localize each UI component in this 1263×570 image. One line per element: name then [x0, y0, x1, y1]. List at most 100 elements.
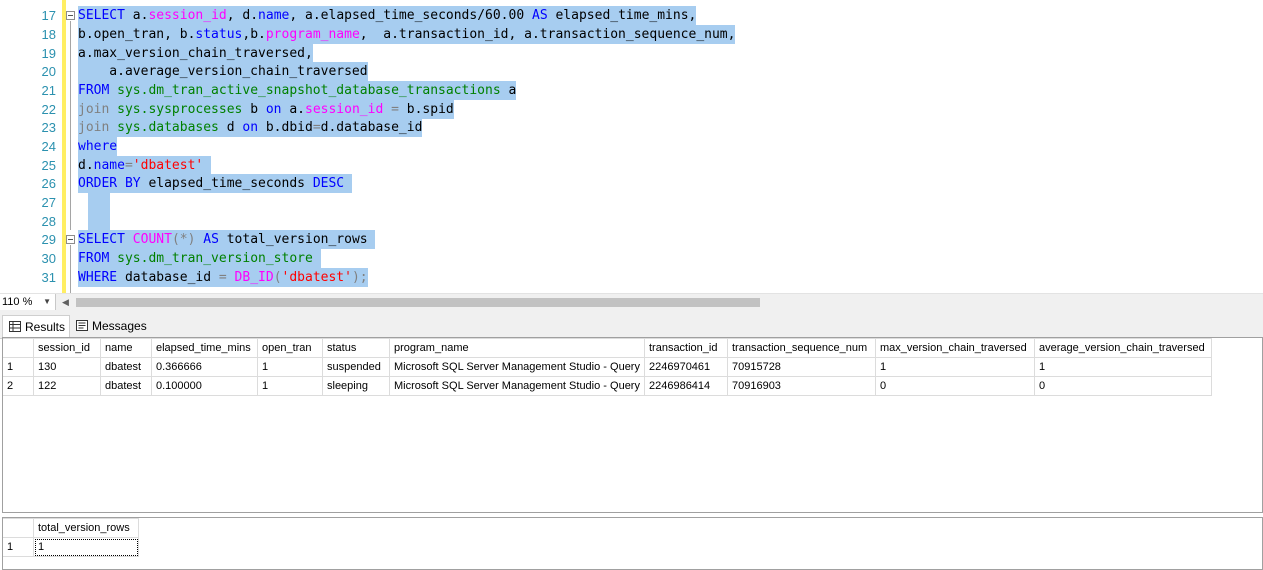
- table-row[interactable]: 1 130 dbatest 0.366666 1 suspended Microsoft S…: [3, 357, 1212, 377]
- column-header[interactable]: session_id: [33, 338, 101, 358]
- column-header[interactable]: name: [100, 338, 152, 358]
- code-token: b.dbid: [258, 120, 313, 135]
- zoom-value: 110 %: [2, 296, 33, 308]
- code-token: (: [273, 270, 282, 285]
- horizontal-scrollbar-thumb[interactable]: [76, 298, 760, 307]
- column-header[interactable]: average_version_chain_traversed: [1033, 338, 1212, 358]
- code-line[interactable]: d.name='dbatest': [78, 156, 212, 175]
- table-cell[interactable]: dbatest: [100, 376, 152, 396]
- table-row[interactable]: 2 122 dbatest 0.100000 1 sleeping Microsoft SQ…: [3, 376, 1212, 396]
- table-cell[interactable]: 0.366666: [151, 357, 258, 377]
- table-cell[interactable]: 2246986414: [643, 376, 728, 396]
- collapse-icon[interactable]: [66, 235, 75, 244]
- table-cell[interactable]: 1: [257, 357, 323, 377]
- line-number: 23: [41, 120, 56, 135]
- table-cell[interactable]: Microsoft SQL Server Management Studio -…: [389, 376, 645, 396]
- table-cell[interactable]: 0: [874, 376, 1035, 396]
- table-cell[interactable]: 1: [1033, 357, 1212, 377]
- column-header[interactable]: max_version_chain_traversed: [874, 338, 1035, 358]
- code-token: join: [78, 120, 110, 135]
- code-token: database_id: [117, 270, 219, 285]
- code-token: total_version_rows: [218, 232, 376, 247]
- tab-results[interactable]: Results: [2, 315, 70, 337]
- code-token: (*): [171, 232, 196, 247]
- column-header[interactable]: open_tran: [257, 338, 323, 358]
- code-token: sys.sysprocesses: [117, 102, 243, 117]
- outline-line: [70, 245, 71, 293]
- code-line[interactable]: SELECT a.session_id, d.name, a.elapsed_t…: [78, 6, 697, 25]
- row-number[interactable]: 2: [3, 376, 34, 396]
- table-cell[interactable]: Microsoft SQL Server Management Studio -…: [389, 357, 645, 377]
- column-header[interactable]: total_version_rows: [33, 518, 139, 538]
- code-line[interactable]: join sys.sysprocesses b on a.session_id …: [78, 100, 454, 119]
- line-number: 25: [41, 158, 56, 173]
- column-header[interactable]: transaction_sequence_num: [726, 338, 876, 358]
- code-line[interactable]: where: [78, 137, 118, 156]
- column-header[interactable]: elapsed_time_mins: [151, 338, 258, 358]
- line-number: 30: [41, 251, 56, 266]
- code-token: WHERE: [78, 270, 118, 285]
- scroll-left-icon[interactable]: ◀: [62, 297, 69, 308]
- table-row[interactable]: 11: [3, 537, 139, 557]
- line-number: 21: [41, 83, 56, 98]
- code-token: SELECT: [78, 232, 125, 247]
- table-cell[interactable]: 2246970461: [643, 357, 728, 377]
- code-token: session_id: [148, 8, 227, 23]
- row-number[interactable]: 1: [3, 537, 34, 557]
- column-header[interactable]: status: [322, 338, 390, 358]
- code-line[interactable]: ORDER BY elapsed_time_seconds DESC: [78, 174, 352, 193]
- results-grid-1[interactable]: session_id name elapsed_time_mins open_t…: [2, 337, 1263, 513]
- table-cell[interactable]: dbatest: [100, 357, 152, 377]
- table-cell[interactable]: 70915728: [726, 357, 876, 377]
- table-cell[interactable]: 1: [874, 357, 1035, 377]
- code-token: ,b.: [242, 27, 266, 42]
- code-line[interactable]: SELECT COUNT(*) AS total_version_rows: [78, 230, 376, 249]
- results-table: total_version_rows 11: [3, 518, 139, 557]
- change-tracking-bar: [62, 0, 66, 293]
- table-cell[interactable]: 130: [33, 357, 101, 377]
- table-cell[interactable]: 0: [1033, 376, 1212, 396]
- code-line[interactable]: [88, 193, 110, 231]
- table-cell[interactable]: 0.100000: [151, 376, 258, 396]
- code-token: name: [93, 158, 125, 173]
- messages-icon: [76, 320, 88, 331]
- line-number: 27: [41, 195, 56, 210]
- code-line[interactable]: a.max_version_chain_traversed,: [78, 44, 313, 63]
- code-line[interactable]: b.open_tran, b.status,b.program_name, a.…: [78, 25, 736, 44]
- code-token: status: [195, 27, 243, 42]
- code-token: =: [218, 270, 227, 285]
- code-token: FROM: [78, 83, 110, 98]
- code-line[interactable]: FROM sys.dm_tran_version_store: [78, 249, 321, 268]
- code-token: a.max_version_chain_traversed,: [78, 46, 313, 61]
- line-number: 22: [41, 102, 56, 117]
- code-line[interactable]: join sys.databases d on b.dbid=d.databas…: [78, 118, 423, 137]
- code-line[interactable]: FROM sys.dm_tran_active_snapshot_databas…: [78, 81, 517, 100]
- table-cell[interactable]: 70916903: [726, 376, 876, 396]
- line-number-gutter: 17 18 19 20 21 22 23 24 25 26 27 28 29 3…: [0, 0, 60, 293]
- row-number[interactable]: 1: [3, 357, 34, 377]
- column-header[interactable]: program_name: [389, 338, 645, 358]
- collapse-icon[interactable]: [66, 11, 75, 20]
- table-cell[interactable]: 1: [33, 537, 139, 557]
- outline-line: [70, 21, 71, 230]
- table-cell[interactable]: 122: [33, 376, 101, 396]
- table-cell[interactable]: sleeping: [322, 376, 390, 396]
- query-editor[interactable]: 17 18 19 20 21 22 23 24 25 26 27 28 29 3…: [0, 0, 1263, 293]
- code-line[interactable]: WHERE database_id = DB_ID('dbatest');: [78, 268, 368, 287]
- code-token: =: [124, 158, 133, 173]
- table-cell[interactable]: suspended: [322, 357, 390, 377]
- table-cell[interactable]: 1: [257, 376, 323, 396]
- tab-messages[interactable]: Messages: [70, 315, 150, 337]
- code-line[interactable]: a.average_version_chain_traversed: [78, 62, 368, 81]
- zoom-dropdown[interactable]: 110 % ▼: [0, 294, 56, 310]
- column-header[interactable]: transaction_id: [643, 338, 728, 358]
- row-header-corner: [3, 518, 34, 538]
- results-grid-2[interactable]: total_version_rows 11: [2, 517, 1263, 570]
- code-token: b: [242, 102, 266, 117]
- line-number: 20: [41, 64, 56, 79]
- line-number: 19: [41, 46, 56, 61]
